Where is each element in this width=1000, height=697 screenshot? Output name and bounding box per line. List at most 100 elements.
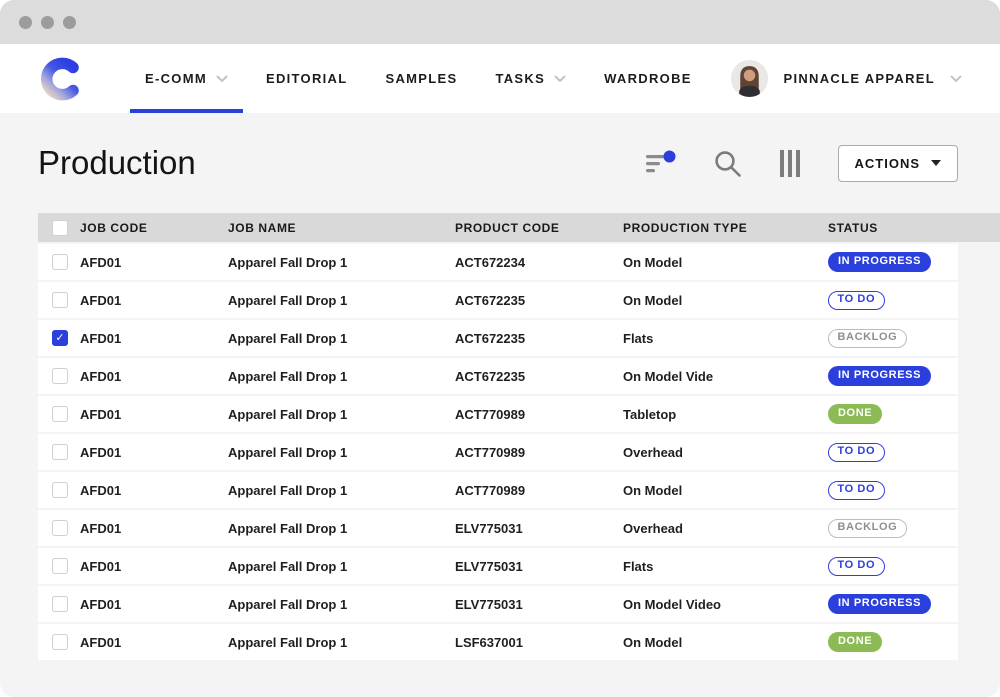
cell-job-name: Apparel Fall Drop 1: [228, 445, 455, 460]
nav-tab-label: EDITORIAL: [266, 71, 348, 86]
status-badge: TO DO: [828, 557, 885, 576]
cell-status: IN PROGRESS: [828, 594, 958, 614]
status-badge: TO DO: [828, 481, 885, 500]
account-name: PINNACLE APPAREL: [783, 71, 935, 86]
table-header: JOB CODEJOB NAMEPRODUCT CODEPRODUCTION T…: [38, 213, 1000, 242]
row-checkbox[interactable]: [52, 596, 68, 612]
cell-job-code: AFD01: [80, 483, 228, 498]
row-checkbox[interactable]: [52, 330, 68, 346]
row-checkbox[interactable]: [52, 292, 68, 308]
row-checkbox[interactable]: [52, 482, 68, 498]
nav-tab-editorial[interactable]: EDITORIAL: [251, 44, 363, 113]
cell-product-code: ACT770989: [455, 483, 623, 498]
column-header-production-type[interactable]: PRODUCTION TYPE: [623, 221, 828, 235]
cell-job-code: AFD01: [80, 293, 228, 308]
column-header-job-name[interactable]: JOB NAME: [228, 221, 455, 235]
row-checkbox-cell: [38, 444, 80, 460]
cell-production-type: On Model: [623, 635, 828, 650]
page-title: Production: [38, 144, 196, 182]
cell-job-name: Apparel Fall Drop 1: [228, 635, 455, 650]
row-checkbox[interactable]: [52, 634, 68, 650]
cell-job-name: Apparel Fall Drop 1: [228, 521, 455, 536]
table-row[interactable]: AFD01 Apparel Fall Drop 1 ACT770989 On M…: [38, 472, 958, 508]
row-checkbox-cell: [38, 406, 80, 422]
column-header-product-code[interactable]: PRODUCT CODE: [455, 221, 623, 235]
page-header: Production: [38, 143, 958, 183]
account-menu[interactable]: PINNACLE APPAREL: [731, 44, 962, 113]
table-row[interactable]: AFD01 Apparel Fall Drop 1 ACT770989 Over…: [38, 434, 958, 470]
status-badge: DONE: [828, 632, 882, 652]
table-row[interactable]: AFD01 Apparel Fall Drop 1 ELV775031 Over…: [38, 510, 958, 546]
cell-job-code: AFD01: [80, 597, 228, 612]
table-body: AFD01 Apparel Fall Drop 1 ACT672234 On M…: [38, 244, 958, 660]
cell-product-code: ACT672235: [455, 331, 623, 346]
actions-button[interactable]: ACTIONS: [838, 145, 959, 182]
row-checkbox[interactable]: [52, 406, 68, 422]
row-checkbox[interactable]: [52, 254, 68, 270]
row-checkbox-cell: [38, 330, 80, 346]
row-checkbox-cell: [38, 596, 80, 612]
cell-job-code: AFD01: [80, 521, 228, 536]
brand-c-logo-icon: [38, 56, 84, 102]
row-checkbox-cell: [38, 634, 80, 650]
row-checkbox-cell: [38, 520, 80, 536]
cell-status: TO DO: [828, 442, 958, 461]
columns-button[interactable]: [779, 149, 801, 178]
status-badge: IN PROGRESS: [828, 252, 931, 272]
column-header-status[interactable]: STATUS: [828, 221, 1000, 235]
nav-tab-wardrobe[interactable]: WARDROBE: [589, 44, 707, 113]
table-row[interactable]: AFD01 Apparel Fall Drop 1 ELV775031 On M…: [38, 586, 958, 622]
row-checkbox[interactable]: [52, 368, 68, 384]
row-checkbox[interactable]: [52, 520, 68, 536]
cell-status: BACKLOG: [828, 328, 958, 347]
table-row[interactable]: AFD01 Apparel Fall Drop 1 ACT672235 Flat…: [38, 320, 958, 356]
nav-tab-tasks[interactable]: TASKS: [480, 44, 581, 113]
cell-product-code: ACT672235: [455, 293, 623, 308]
caret-down-icon: [931, 160, 941, 166]
chevron-down-icon: [950, 75, 962, 82]
cell-product-code: ELV775031: [455, 559, 623, 574]
avatar-photo: [731, 60, 768, 97]
cell-production-type: Flats: [623, 331, 828, 346]
status-badge: BACKLOG: [828, 519, 907, 538]
cell-job-code: AFD01: [80, 635, 228, 650]
nav-tab-label: TASKS: [495, 71, 545, 86]
window-control-dot-1[interactable]: [19, 16, 32, 29]
table-row[interactable]: AFD01 Apparel Fall Drop 1 ACT672235 On M…: [38, 282, 958, 318]
cell-status: TO DO: [828, 556, 958, 575]
cell-status: TO DO: [828, 480, 958, 499]
window-control-dot-3[interactable]: [63, 16, 76, 29]
table-row[interactable]: AFD01 Apparel Fall Drop 1 ELV775031 Flat…: [38, 548, 958, 584]
table-row[interactable]: AFD01 Apparel Fall Drop 1 LSF637001 On M…: [38, 624, 958, 660]
app-window: E-COMM EDITORIAL SAMPLES TASKS WARDROBE: [0, 0, 1000, 697]
row-checkbox-cell: [38, 368, 80, 384]
nav-tabs: E-COMM EDITORIAL SAMPLES TASKS WARDROBE: [126, 44, 711, 113]
nav-tab-label: WARDROBE: [604, 71, 692, 86]
nav-tab-e-comm[interactable]: E-COMM: [130, 44, 243, 113]
nav-tab-samples[interactable]: SAMPLES: [371, 44, 473, 113]
row-checkbox[interactable]: [52, 444, 68, 460]
cell-production-type: On Model: [623, 483, 828, 498]
cell-job-code: AFD01: [80, 331, 228, 346]
column-header-job-code[interactable]: JOB CODE: [80, 221, 228, 235]
row-checkbox[interactable]: [52, 558, 68, 574]
cell-product-code: LSF637001: [455, 635, 623, 650]
cell-job-code: AFD01: [80, 559, 228, 574]
status-badge: IN PROGRESS: [828, 366, 931, 386]
table-row[interactable]: AFD01 Apparel Fall Drop 1 ACT770989 Tabl…: [38, 396, 958, 432]
cell-production-type: Tabletop: [623, 407, 828, 422]
window-control-dot-2[interactable]: [41, 16, 54, 29]
header-checkbox-cell: [38, 220, 80, 236]
filter-button[interactable]: [645, 150, 676, 177]
cell-production-type: On Model: [623, 255, 828, 270]
status-badge: TO DO: [828, 443, 885, 462]
brand-logo[interactable]: [38, 44, 84, 113]
status-badge: TO DO: [828, 291, 885, 310]
table-row[interactable]: AFD01 Apparel Fall Drop 1 ACT672234 On M…: [38, 244, 958, 280]
search-button[interactable]: [713, 149, 742, 178]
select-all-checkbox[interactable]: [52, 220, 68, 236]
cell-job-name: Apparel Fall Drop 1: [228, 255, 455, 270]
status-badge: BACKLOG: [828, 329, 907, 348]
table-row[interactable]: AFD01 Apparel Fall Drop 1 ACT672235 On M…: [38, 358, 958, 394]
cell-product-code: ACT672234: [455, 255, 623, 270]
